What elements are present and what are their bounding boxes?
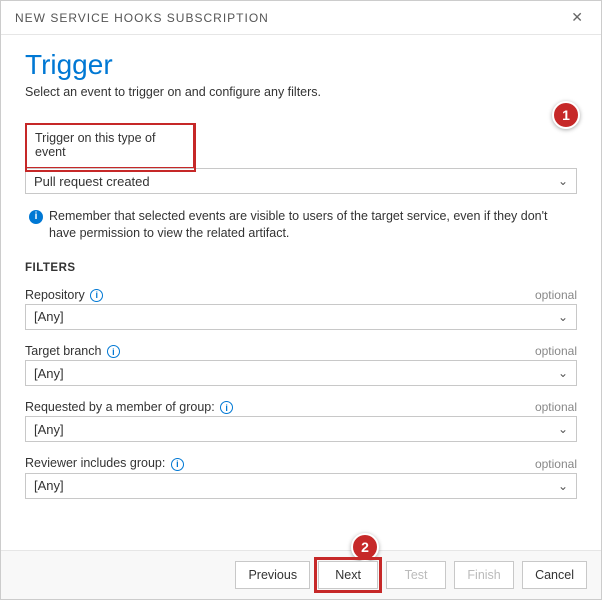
- info-banner: i Remember that selected events are visi…: [29, 208, 573, 242]
- next-button[interactable]: Next: [318, 561, 378, 589]
- optional-label: optional: [535, 288, 577, 302]
- trigger-event-select[interactable]: Pull request created ⌄: [25, 168, 577, 194]
- chevron-down-icon: ⌄: [558, 422, 568, 436]
- help-icon[interactable]: i: [171, 458, 184, 471]
- page-subtitle: Select an event to trigger on and config…: [25, 85, 577, 99]
- help-icon[interactable]: i: [220, 401, 233, 414]
- page-title: Trigger: [25, 49, 577, 81]
- optional-label: optional: [535, 457, 577, 471]
- trigger-field-group: 1 Trigger on this type of event Pull req…: [25, 123, 577, 194]
- trigger-event-value: Pull request created: [34, 174, 150, 189]
- repository-field-group: Repository i optional [Any] ⌄: [25, 288, 577, 330]
- trigger-label: Trigger on this type of event: [35, 131, 185, 159]
- reviewer-field-group: Reviewer includes group: i optional [Any…: [25, 456, 577, 498]
- requested-by-value: [Any]: [34, 422, 64, 437]
- target-branch-select[interactable]: [Any] ⌄: [25, 360, 577, 386]
- dialog-content: Trigger Select an event to trigger on an…: [1, 35, 601, 550]
- close-icon[interactable]: ✕: [567, 9, 587, 26]
- dialog-footer: 2 Previous Next Test Finish Cancel: [1, 550, 601, 599]
- target-branch-label: Target branch: [25, 344, 101, 358]
- callout-badge-2: 2: [351, 533, 379, 561]
- optional-label: optional: [535, 344, 577, 358]
- optional-label: optional: [535, 400, 577, 414]
- callout-badge-1: 1: [552, 101, 580, 129]
- cancel-button[interactable]: Cancel: [522, 561, 587, 589]
- repository-label: Repository: [25, 288, 85, 302]
- reviewer-value: [Any]: [34, 478, 64, 493]
- reviewer-select[interactable]: [Any] ⌄: [25, 473, 577, 499]
- chevron-down-icon: ⌄: [558, 310, 568, 324]
- requested-by-field-group: Requested by a member of group: i option…: [25, 400, 577, 442]
- target-branch-value: [Any]: [34, 366, 64, 381]
- repository-value: [Any]: [34, 309, 64, 324]
- target-branch-field-group: Target branch i optional [Any] ⌄: [25, 344, 577, 386]
- reviewer-label: Reviewer includes group:: [25, 456, 165, 470]
- previous-button[interactable]: Previous: [235, 561, 310, 589]
- requested-by-label: Requested by a member of group:: [25, 400, 215, 414]
- info-text: Remember that selected events are visibl…: [49, 208, 573, 242]
- info-icon: i: [29, 210, 43, 224]
- test-button: Test: [386, 561, 446, 589]
- finish-button: Finish: [454, 561, 514, 589]
- chevron-down-icon: ⌄: [558, 366, 568, 380]
- dialog-title: NEW SERVICE HOOKS SUBSCRIPTION: [15, 11, 269, 25]
- chevron-down-icon: ⌄: [558, 174, 568, 188]
- filters-heading: FILTERS: [25, 262, 577, 274]
- dialog-header: NEW SERVICE HOOKS SUBSCRIPTION ✕: [1, 1, 601, 35]
- help-icon[interactable]: i: [90, 289, 103, 302]
- repository-select[interactable]: [Any] ⌄: [25, 304, 577, 330]
- requested-by-select[interactable]: [Any] ⌄: [25, 416, 577, 442]
- chevron-down-icon: ⌄: [558, 479, 568, 493]
- help-icon[interactable]: i: [107, 345, 120, 358]
- highlight-box-trigger: Trigger on this type of event: [25, 123, 195, 169]
